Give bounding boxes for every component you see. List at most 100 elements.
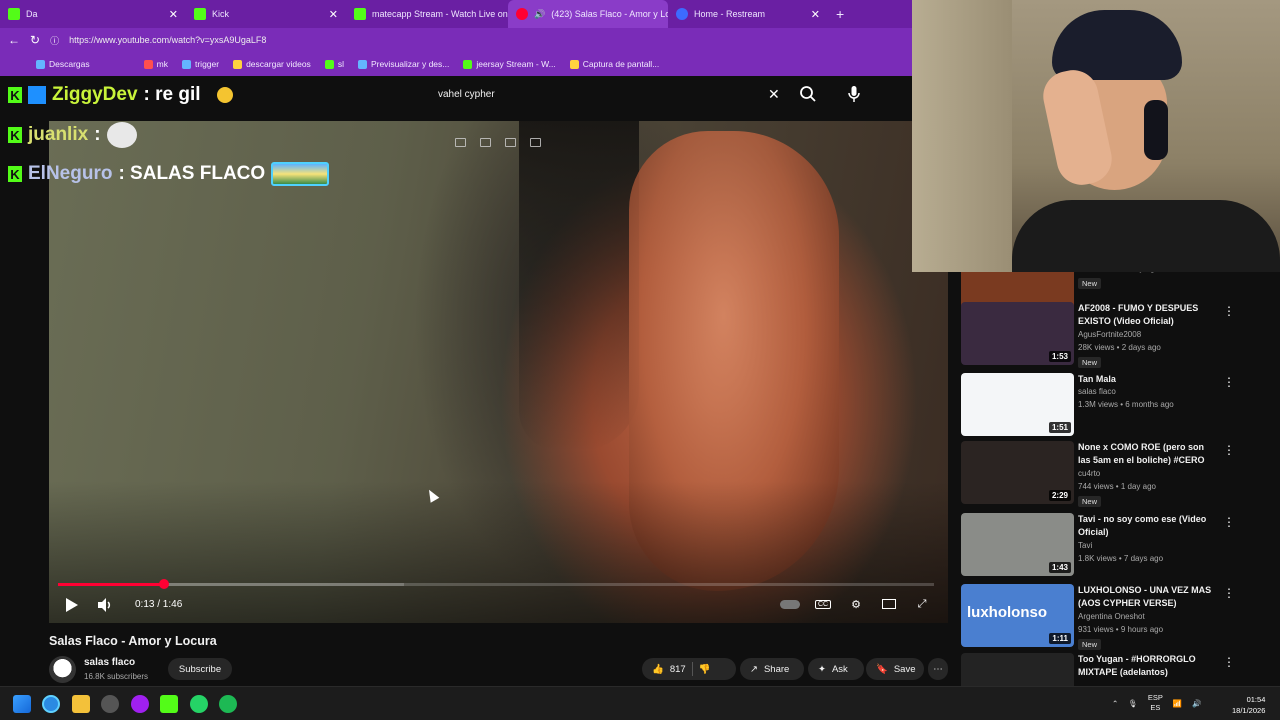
settings-button[interactable]: ⚙ [846, 594, 866, 614]
site-info-icon[interactable]: ⓘ [50, 34, 59, 47]
spotify-icon[interactable] [219, 695, 237, 713]
video-thumbnail[interactable] [961, 653, 1074, 686]
related-video-channel[interactable]: cu4rto [1078, 469, 1100, 478]
tab-kick-1[interactable]: Da ✕ [0, 0, 186, 28]
theater-button[interactable] [879, 594, 899, 614]
bookmark-previsualizar[interactable]: Previsualizar y des... [357, 59, 449, 69]
related-video-title[interactable]: AF2008 - FUMO Y DESPUES EXISTO (Video Of… [1078, 302, 1218, 327]
related-video-item[interactable]: luxholonso 1:11 LUXHOLONSO - UNA VEZ MAS (… [961, 584, 1261, 650]
new-tab-button[interactable]: + [828, 0, 858, 28]
save-button[interactable]: 🔖 Save [866, 658, 924, 680]
close-icon[interactable]: ✕ [811, 8, 820, 21]
related-video-channel[interactable]: Tavi [1078, 541, 1092, 550]
share-button[interactable]: ↗ Share [740, 658, 804, 680]
more-options-icon[interactable]: ⋮ [1223, 304, 1235, 318]
more-options-icon[interactable]: ⋮ [1223, 443, 1235, 457]
video-thumbnail[interactable]: 1:51 [961, 373, 1074, 436]
language-indicator[interactable]: ESP ES [1148, 693, 1163, 713]
search-input[interactable]: vahel cypher [428, 82, 790, 106]
webcam-person-shirt [1012, 200, 1280, 272]
tab-label: (423) Salas Flaco - Amor y Lo [551, 9, 668, 19]
fullscreen-button[interactable]: ⤢ [912, 594, 932, 614]
channel-name[interactable]: salas flaco [84, 657, 135, 668]
channel-avatar[interactable] [49, 656, 76, 683]
tab-matecapp[interactable]: matecapp Stream - Watch Live on ✕ [346, 0, 508, 28]
screenshot-icon[interactable] [480, 138, 491, 147]
related-video-channel[interactable]: Argentina Oneshot [1078, 612, 1145, 621]
like-button[interactable]: 👍 817 [652, 664, 686, 675]
wifi-icon[interactable]: 📶 [1173, 699, 1182, 708]
reload-icon[interactable]: ↻ [30, 33, 40, 47]
related-video-title[interactable]: Tavi - no soy como ese (Video Oficial) [1078, 513, 1218, 538]
chevron-up-icon[interactable]: ⌃ [1112, 699, 1118, 708]
clear-search-icon[interactable]: ✕ [768, 86, 780, 103]
more-actions-button[interactable]: ⋯ [928, 658, 948, 680]
tab-youtube-active[interactable]: 🔊 (423) Salas Flaco - Amor y Lo ✕ [508, 0, 668, 28]
play-button[interactable] [62, 596, 80, 614]
progress-bar[interactable] [58, 579, 404, 589]
autoplay-toggle[interactable] [780, 594, 800, 614]
more-icon: ⋯ [933, 663, 943, 675]
obs-icon[interactable] [101, 695, 119, 713]
related-video-item[interactable]: 2:29 None x COMO ROE (pero son las 5am en… [961, 441, 1261, 507]
edge-icon[interactable] [42, 695, 60, 713]
bookmark-sl[interactable]: sl [324, 59, 344, 69]
video-player[interactable] [49, 121, 948, 623]
translate-icon[interactable] [530, 138, 541, 147]
notes-icon[interactable] [505, 138, 516, 147]
save-label: Save [893, 663, 916, 675]
related-video-item[interactable]: 1:53 AF2008 - FUMO Y DESPUES EXISTO (Vide… [961, 302, 1261, 368]
video-thumbnail[interactable]: luxholonso 1:11 [961, 584, 1074, 647]
search-button[interactable] [796, 82, 820, 106]
more-options-icon[interactable]: ⋮ [1223, 375, 1235, 389]
bookmark-jeersay[interactable]: jeersay Stream - W... [463, 59, 556, 69]
time-display: 0:13 / 1:46 [135, 599, 183, 610]
speaker-icon: 🔊 [534, 8, 546, 19]
chat-message: K ZiggyDev : re gil [8, 84, 233, 106]
close-icon[interactable]: ✕ [329, 8, 338, 21]
dislike-button[interactable]: 👎 [699, 664, 711, 675]
related-video-channel[interactable]: AgusFortnite2008 [1078, 330, 1141, 339]
related-video-title[interactable]: Too Yugan - #HORRORGLO MIXTAPE (adelanto… [1078, 653, 1218, 678]
mute-button[interactable] [95, 596, 115, 614]
back-icon[interactable]: ← [8, 33, 20, 47]
more-options-icon[interactable]: ⋮ [1223, 515, 1235, 529]
ask-button[interactable]: ✦ Ask [808, 658, 864, 680]
subscribe-button[interactable]: Subscribe [168, 658, 232, 680]
video-thumbnail[interactable]: 2:29 [961, 441, 1074, 504]
file-explorer-icon[interactable] [72, 695, 90, 713]
voice-search-button[interactable] [842, 82, 866, 106]
app-icon[interactable] [131, 695, 149, 713]
more-options-icon[interactable]: ⋮ [1223, 655, 1235, 669]
microphone-icon[interactable]: 🎙 [1128, 699, 1138, 708]
subtitles-button[interactable]: CC [813, 594, 833, 614]
new-badge: New [1078, 639, 1102, 650]
related-video-item[interactable]: Too Yugan - #HORRORGLO MIXTAPE (adelanto… [961, 653, 1261, 686]
thumbs-up-icon: 👍 [652, 663, 664, 675]
bookmark-descargar-videos[interactable]: descargar videos [233, 59, 311, 69]
related-video-channel[interactable]: salas flaco [1078, 387, 1116, 396]
video-thumbnail[interactable]: 1:53 [961, 302, 1074, 365]
related-video-item[interactable]: 1:43 Tavi - no soy como ese (Video Oficia… [961, 513, 1261, 579]
more-options-icon[interactable]: ⋮ [1223, 586, 1235, 600]
bookmark-mk[interactable]: mk [143, 59, 168, 69]
clock[interactable]: 01:54 18/1/2026 [1232, 694, 1265, 716]
video-thumbnail[interactable]: 1:43 [961, 513, 1074, 576]
tab-restream[interactable]: Home - Restream ✕ [668, 0, 828, 28]
url-field[interactable]: https://www.youtube.com/watch?v=yxsA9Uga… [69, 35, 266, 45]
tab-kick-2[interactable]: Kick ✕ [186, 0, 346, 28]
speaker-icon[interactable]: 🔊 [1192, 699, 1201, 708]
related-video-title[interactable]: LUXHOLONSO - UNA VEZ MAS (AOS CYPHER VER… [1078, 584, 1218, 609]
bookmark-descargas[interactable]: Descargas [36, 59, 90, 69]
related-video-title[interactable]: Tan Mala [1078, 373, 1218, 386]
kick-icon[interactable] [160, 695, 178, 713]
whatsapp-icon[interactable] [190, 695, 208, 713]
kick-icon: K [8, 87, 22, 103]
pip-icon[interactable] [455, 138, 466, 147]
related-video-item[interactable]: 1:51 Tan Mala salas flaco 1.3M views • 6 mo… [961, 373, 1261, 439]
bookmark-captura[interactable]: Captura de pantall... [569, 59, 659, 69]
close-icon[interactable]: ✕ [169, 8, 178, 21]
windows-start-icon[interactable] [13, 695, 31, 713]
related-video-title[interactable]: None x COMO ROE (pero son las 5am en el … [1078, 441, 1218, 466]
bookmark-trigger[interactable]: trigger [181, 59, 219, 69]
